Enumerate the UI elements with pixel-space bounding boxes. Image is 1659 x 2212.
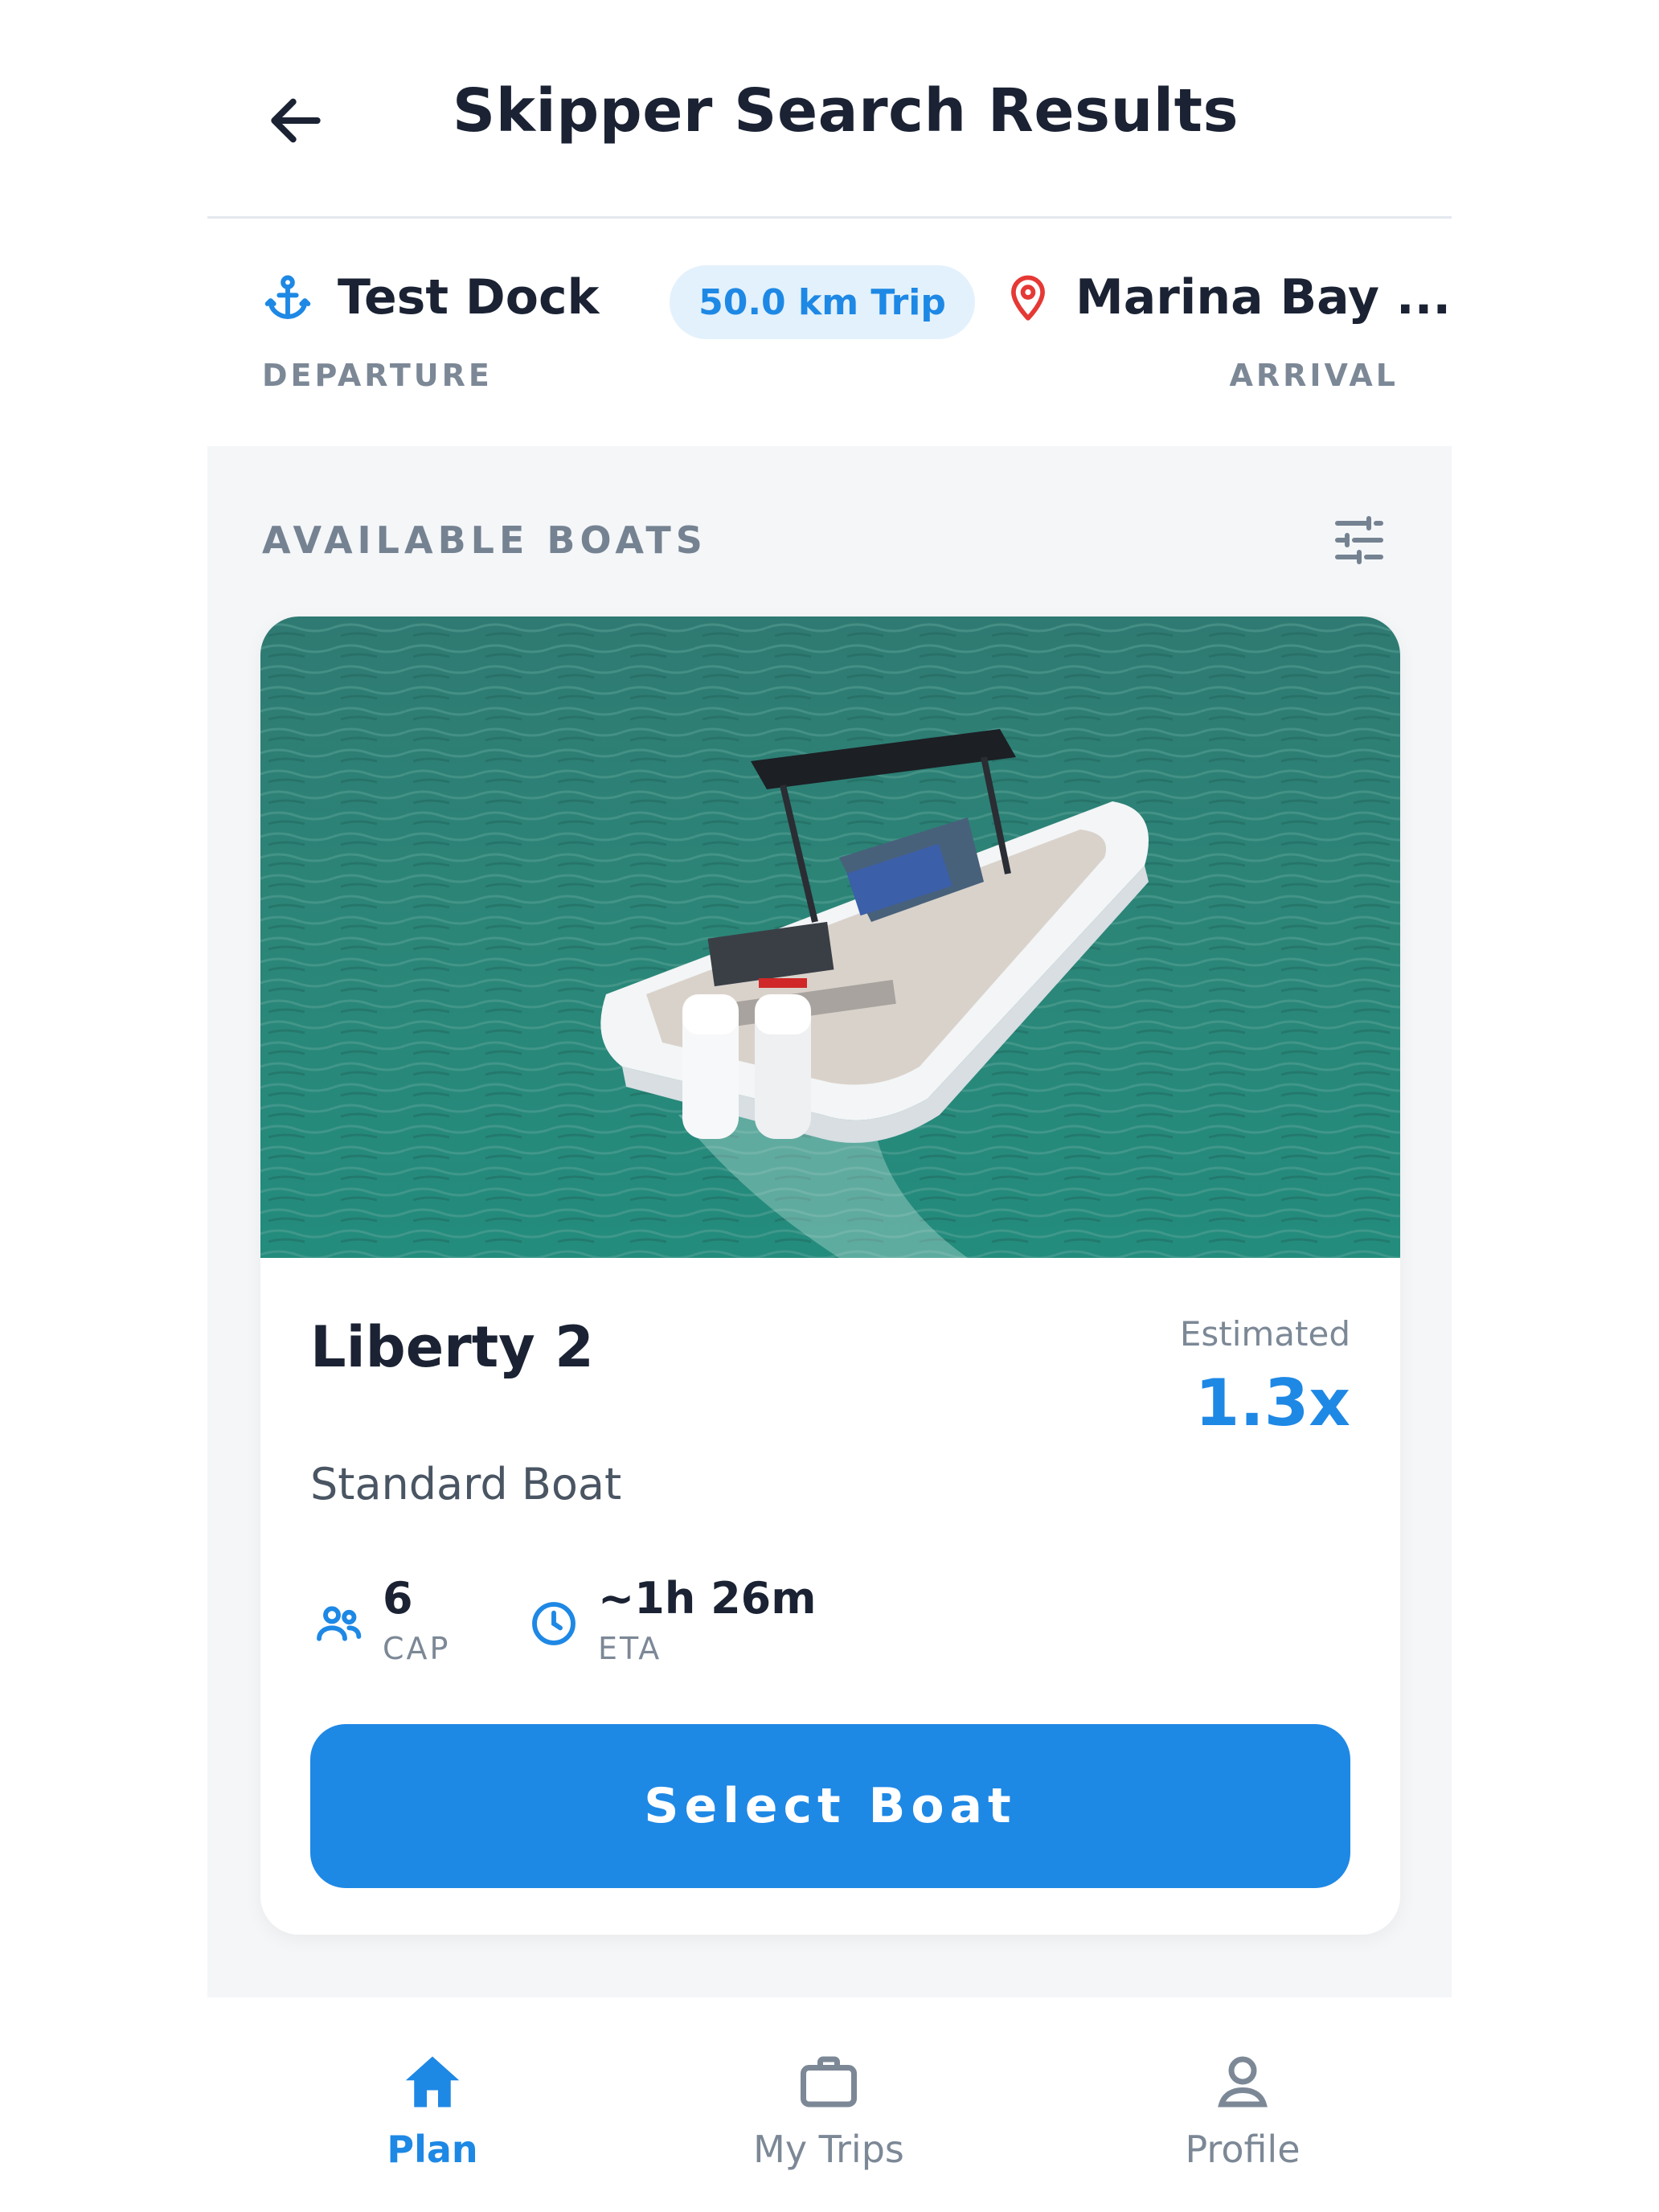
- anchor-icon: [264, 275, 311, 319]
- nav-plan[interactable]: Plan: [312, 2046, 553, 2171]
- available-boats-section: AVAILABLE BOATS Liberty 2 Estimated 1.3x…: [207, 446, 1452, 1997]
- select-boat-button[interactable]: Select Boat: [310, 1724, 1350, 1888]
- route-summary: Test Dock DEPARTURE 50.0 km Trip Marina …: [207, 221, 1452, 446]
- capacity-value: 6: [383, 1573, 413, 1624]
- arrival-label: ARRIVAL: [1229, 358, 1399, 393]
- boat-type: Standard Boat: [310, 1459, 622, 1509]
- capacity-label: CAP: [383, 1631, 451, 1666]
- nav-profile[interactable]: Profile: [1122, 2046, 1363, 2171]
- section-title: AVAILABLE BOATS: [262, 518, 707, 562]
- bottom-nav: Plan My Trips Profile: [207, 1997, 1452, 2212]
- app-screen: Skipper Search Results Test Dock DEPARTU…: [207, 0, 1452, 2212]
- users-icon: [317, 1606, 362, 1641]
- departure: Test Dock: [262, 269, 599, 326]
- home-icon: [405, 2056, 460, 2108]
- boat-name: Liberty 2: [310, 1314, 594, 1380]
- departure-name: Test Dock: [338, 269, 600, 326]
- eta-value: ~1h 26m: [598, 1573, 817, 1624]
- nav-plan-label: Plan: [387, 2128, 478, 2171]
- user-icon: [1218, 2056, 1268, 2108]
- clock-icon: [532, 1602, 576, 1645]
- nav-my-trips-label: My Trips: [753, 2128, 904, 2171]
- briefcase-icon: [801, 2056, 857, 2108]
- nav-my-trips[interactable]: My Trips: [708, 2046, 949, 2171]
- app-header: Skipper Search Results: [207, 0, 1452, 219]
- estimated-multiplier: 1.3x: [1194, 1366, 1350, 1440]
- eta-label: ETA: [598, 1631, 662, 1666]
- departure-label: DEPARTURE: [262, 358, 493, 393]
- boat-photo: [260, 616, 1400, 1258]
- boat-card[interactable]: Liberty 2 Estimated 1.3x Standard Boat 6…: [260, 616, 1400, 1935]
- nav-profile-label: Profile: [1185, 2128, 1301, 2171]
- filter-button[interactable]: [1323, 504, 1395, 576]
- trip-distance-badge: 50.0 km Trip: [670, 265, 975, 339]
- eta-stat: ~1h 26m ETA: [526, 1573, 816, 1673]
- arrival: Marina Bay ...: [1003, 269, 1451, 326]
- capacity-stat: 6 CAP: [310, 1573, 450, 1673]
- page-title: Skipper Search Results: [452, 76, 1239, 145]
- sliders-icon: [1335, 516, 1383, 564]
- arrival-name: Marina Bay ...: [1075, 269, 1452, 326]
- estimated-label: Estimated: [1179, 1314, 1350, 1354]
- map-pin-icon: [1011, 275, 1045, 321]
